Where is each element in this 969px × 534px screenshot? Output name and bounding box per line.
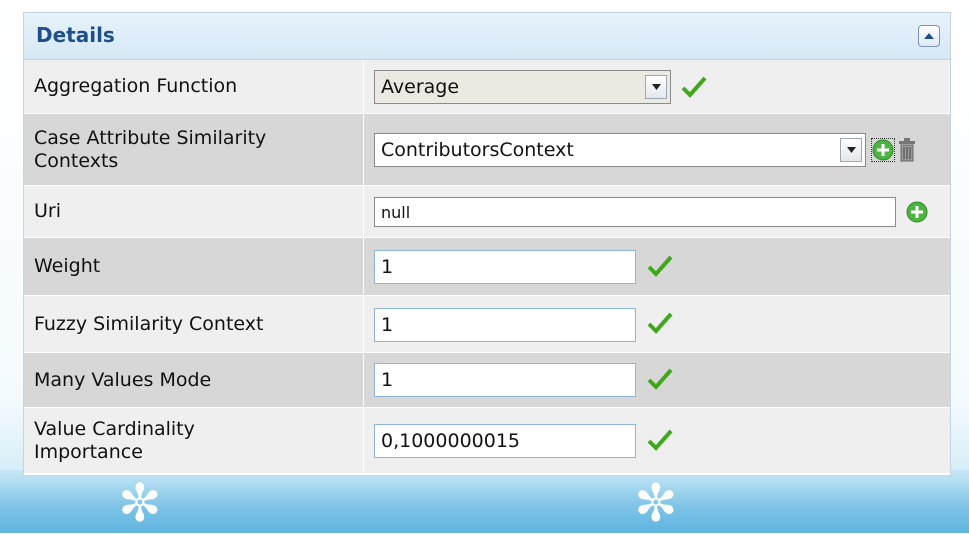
value-cardinality-label: Value Cardinality Importance	[24, 408, 364, 473]
plus-circle-icon[interactable]	[906, 201, 928, 223]
aggregation-function-select[interactable]: Average	[374, 70, 671, 104]
weight-label: Weight	[24, 238, 364, 295]
details-panel: Details Aggregation Function Average Cas…	[23, 12, 951, 476]
case-attribute-value: ContributorsContext	[381, 139, 574, 161]
panel-title: Details	[36, 23, 115, 47]
row-many-values-mode: Many Values Mode 1	[24, 353, 950, 408]
case-attribute-dropdown-button[interactable]	[840, 138, 862, 162]
row-case-attribute-similarity-contexts: Case Attribute Similarity Contexts Contr…	[24, 114, 950, 186]
fuzzy-similarity-label: Fuzzy Similarity Context	[24, 296, 364, 352]
uri-label: Uri	[24, 186, 364, 237]
aggregation-function-value: Average	[381, 76, 460, 98]
checkmark-icon	[647, 429, 673, 451]
case-attribute-label: Case Attribute Similarity Contexts	[24, 114, 364, 185]
row-fuzzy-similarity-context: Fuzzy Similarity Context 1	[24, 296, 950, 353]
many-values-label: Many Values Mode	[24, 353, 364, 407]
checkmark-icon	[647, 368, 673, 390]
plus-circle-icon[interactable]	[871, 138, 895, 162]
row-value-cardinality-importance: Value Cardinality Importance 0,100000001…	[24, 408, 950, 474]
checkmark-icon	[647, 312, 673, 334]
chevron-down-icon	[651, 84, 661, 90]
row-weight: Weight 1	[24, 238, 950, 296]
weight-input[interactable]: 1	[374, 250, 636, 284]
chevron-down-icon	[846, 147, 856, 153]
value-cardinality-input[interactable]: 0,1000000015	[374, 424, 636, 458]
checkmark-icon	[647, 255, 673, 277]
snowflake-decoration-left: ✼	[118, 474, 162, 534]
aggregation-dropdown-button[interactable]	[645, 75, 667, 99]
aggregation-function-label: Aggregation Function	[24, 60, 364, 113]
uri-input[interactable]: null	[374, 197, 896, 227]
panel-header: Details	[24, 13, 950, 60]
case-attribute-select[interactable]: ContributorsContext	[374, 133, 866, 167]
row-aggregation-function: Aggregation Function Average	[24, 60, 950, 114]
fuzzy-similarity-input[interactable]: 1	[374, 308, 636, 342]
snowflake-decoration-right: ✼	[634, 474, 678, 534]
chevron-up-icon	[924, 33, 934, 39]
trash-icon[interactable]	[898, 138, 916, 162]
row-uri: Uri null	[24, 186, 950, 238]
collapse-button[interactable]	[918, 25, 940, 47]
many-values-input[interactable]: 1	[374, 363, 636, 397]
checkmark-icon	[681, 76, 707, 98]
